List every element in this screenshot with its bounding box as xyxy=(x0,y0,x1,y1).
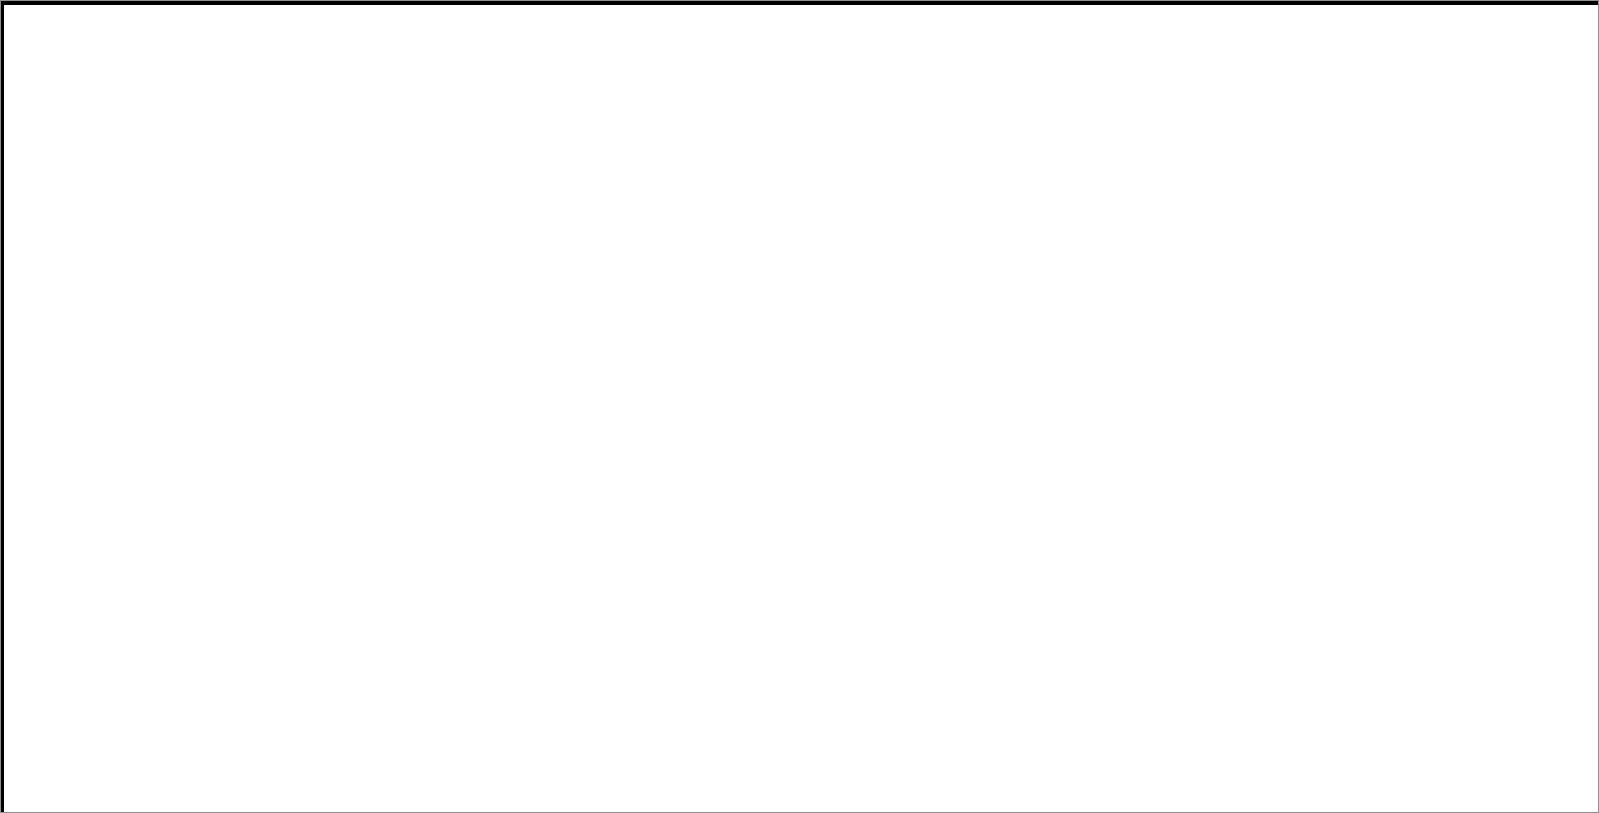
chart-titlebar xyxy=(4,5,1597,29)
chart-canvas[interactable] xyxy=(1,1,1599,813)
mt4-chart-window xyxy=(0,0,1599,813)
